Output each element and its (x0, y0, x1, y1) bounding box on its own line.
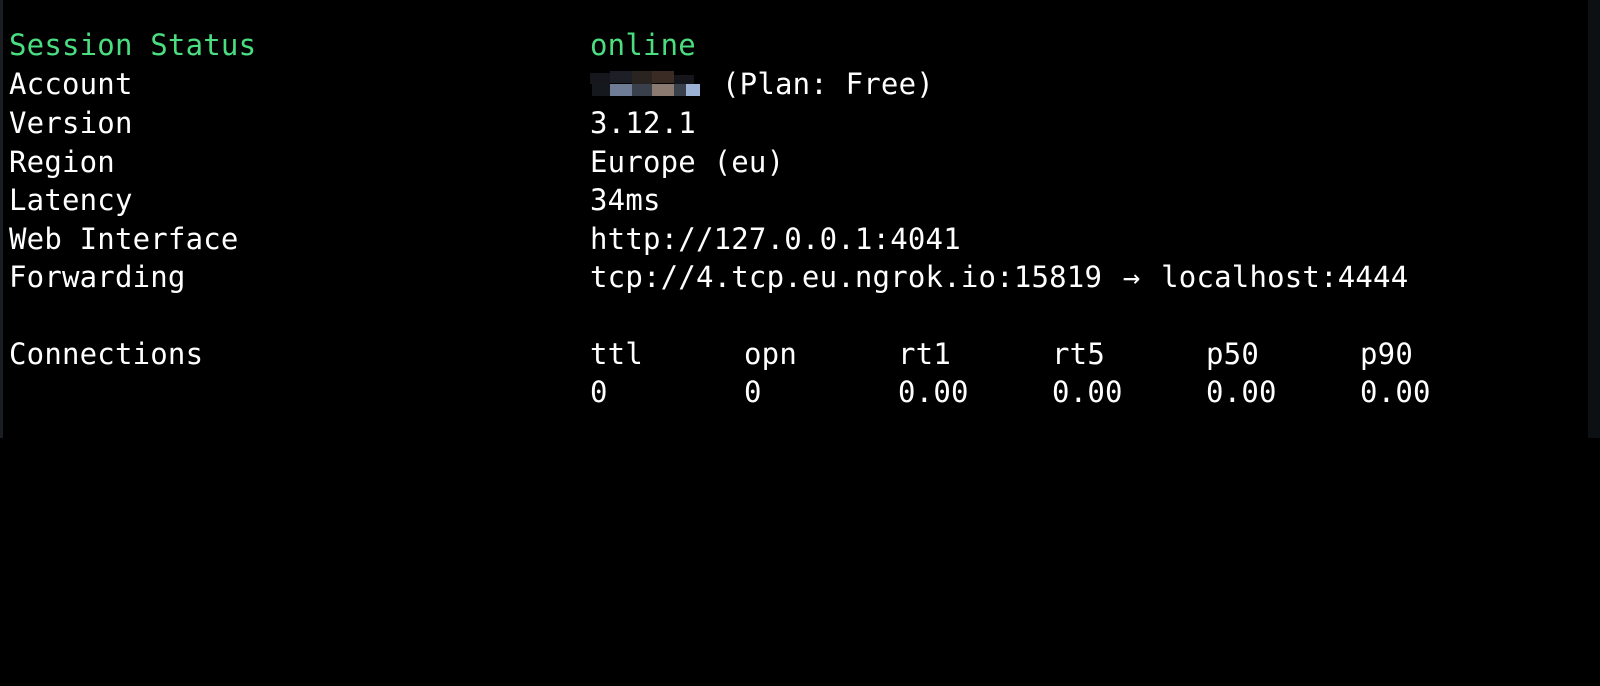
session-status-value: online (590, 28, 696, 62)
terminal-scrollbar[interactable] (1588, 0, 1600, 438)
connections-header-rt1: rt1 (898, 337, 951, 371)
connections-value-rt5: 0.00 (1052, 375, 1123, 409)
terminal-window: Session Status online Account (Plan: Fre… (0, 0, 1600, 438)
redacted-account-name-icon (590, 71, 708, 97)
forwarding-value: tcp://4.tcp.eu.ngrok.io:15819 → localhos… (590, 258, 1408, 297)
connections-header-row: Connections ttl opn rt1 rt5 p50 p90 (9, 335, 1569, 374)
account-plan: (Plan: Free) (722, 67, 934, 101)
account-row: Account (Plan: Free) (9, 65, 934, 104)
region-value: Europe (eu) (590, 145, 785, 179)
web-interface-label: Web Interface (9, 222, 239, 256)
connections-header-p50: p50 (1206, 337, 1259, 371)
connections-value-rt1: 0.00 (898, 375, 969, 409)
connections-header-opn: opn (744, 337, 797, 371)
forwarding-label: Forwarding (9, 260, 186, 294)
version-row: Version 3.12.1 (9, 104, 696, 143)
connections-header-ttl: ttl (590, 337, 643, 371)
latency-label: Latency (9, 183, 133, 217)
web-interface-url[interactable]: http://127.0.0.1:4041 (590, 220, 961, 259)
version-label: Version (9, 106, 133, 140)
terminal-left-border (0, 0, 3, 438)
account-value-wrap: (Plan: Free) (590, 65, 934, 104)
connections-header-p90: p90 (1360, 337, 1413, 371)
connections-value-p50: 0.00 (1206, 375, 1277, 409)
web-interface-row: Web Interface http://127.0.0.1:4041 (9, 220, 961, 259)
session-status-label: Session Status (9, 28, 257, 62)
connections-label: Connections (9, 337, 204, 371)
region-row: Region Europe (eu) (9, 143, 784, 182)
connections-value-p90: 0.00 (1360, 375, 1431, 409)
connections-header-rt5: rt5 (1052, 337, 1105, 371)
version-value: 3.12.1 (590, 106, 696, 140)
forwarding-remote-url[interactable]: tcp://4.tcp.eu.ngrok.io:15819 (590, 260, 1102, 294)
account-label: Account (9, 67, 133, 101)
forwarding-row: Forwarding tcp://4.tcp.eu.ngrok.io:15819… (9, 258, 1408, 297)
connections-value-ttl: 0 (590, 375, 608, 409)
arrow-right-icon: → (1122, 260, 1141, 294)
connections-value-opn: 0 (744, 375, 762, 409)
connections-values-row: 0 0 0.00 0.00 0.00 0.00 (9, 373, 1569, 412)
latency-value: 34ms (590, 183, 661, 217)
session-status-row: Session Status online (9, 26, 696, 65)
region-label: Region (9, 145, 115, 179)
latency-row: Latency 34ms (9, 181, 660, 220)
forwarding-local-address: localhost:4444 (1161, 260, 1409, 294)
